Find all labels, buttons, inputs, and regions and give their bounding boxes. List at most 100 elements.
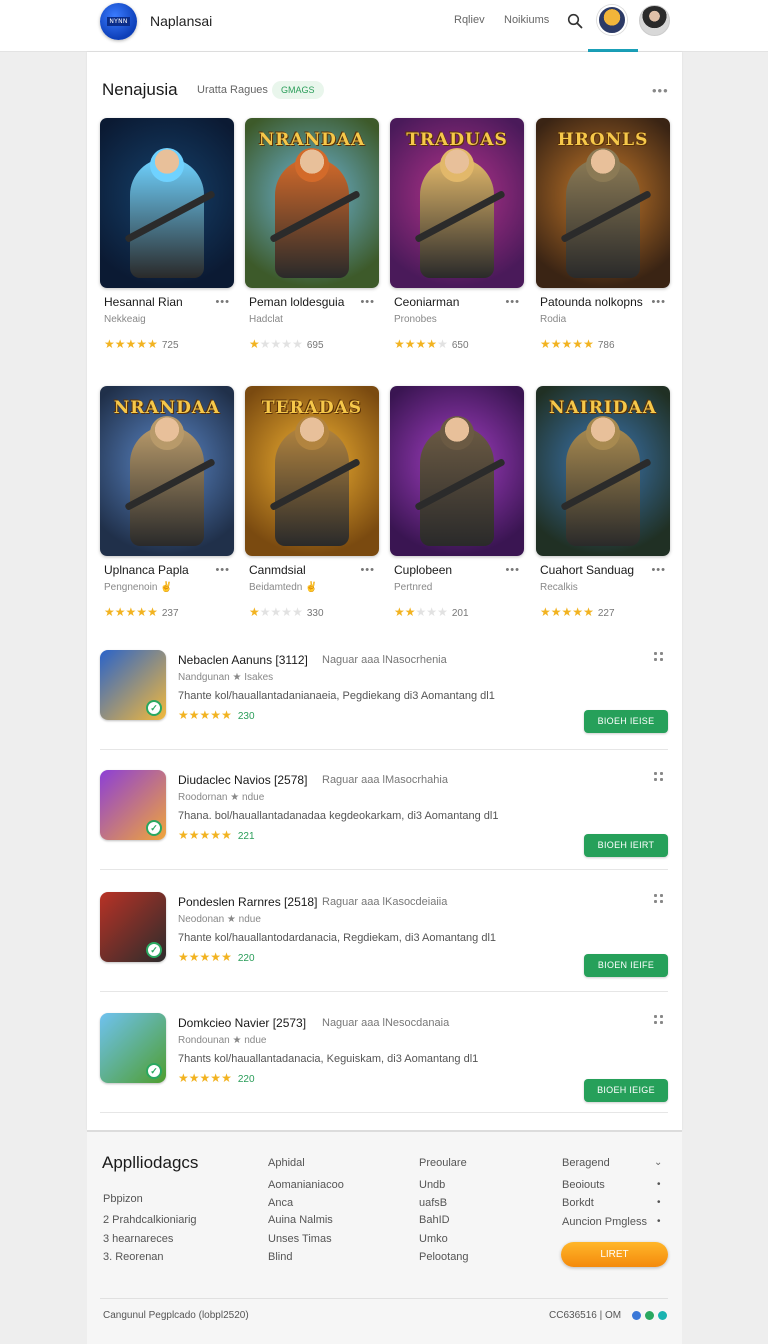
section-badge[interactable]: GMAGS <box>272 81 324 99</box>
footer-col2-link[interactable]: Blind <box>268 1251 292 1263</box>
footer-col2-link[interactable]: Unses Timas <box>268 1233 332 1245</box>
rating-count: 220 <box>237 953 255 964</box>
game-cover-image[interactable]: TERADAS <box>245 386 379 556</box>
game-cover-image[interactable]: NAIRIDAA <box>536 386 670 556</box>
more-options-icon[interactable]: ••• <box>505 564 520 576</box>
star-icon: ★ <box>221 1071 232 1085</box>
game-cover-image[interactable]: TRADUAS <box>390 118 524 288</box>
game-title[interactable]: Canmdsial <box>249 563 306 577</box>
game-category: Pronobes <box>394 314 437 325</box>
footer-col4-link[interactable]: Beoiouts <box>562 1179 605 1191</box>
star-icon: ★ <box>136 337 148 351</box>
brand-name[interactable]: Naplansai <box>150 13 212 29</box>
game-tile[interactable]: NRANDAA Uplnanca Papla ••• Pengnenoin ✌ ★★★★… <box>100 386 234 619</box>
nav-link-1[interactable]: Rqliev <box>454 14 485 26</box>
more-options-icon[interactable]: ••• <box>651 296 666 308</box>
game-tile[interactable]: NRANDAA Peman loldesguia ••• Hadclat ★★★★★ 69… <box>245 118 379 351</box>
star-icon: ★ <box>394 605 405 619</box>
game-banner-text: TRADUAS <box>406 130 508 150</box>
search-icon[interactable] <box>567 13 583 29</box>
app-logo[interactable]: NYNN <box>100 3 137 40</box>
row-divider <box>100 991 668 992</box>
footer-col2-link[interactable]: Aomanianiacoo <box>268 1179 344 1191</box>
grid-menu-icon[interactable] <box>654 1015 666 1027</box>
game-cover-image[interactable]: NRANDAA <box>100 386 234 556</box>
more-options-icon[interactable]: ••• <box>215 564 230 576</box>
footer-left-item-2[interactable]: 2 Prahdcalkioniarig <box>103 1214 197 1226</box>
social-icon-green[interactable] <box>645 1311 654 1320</box>
chevron-down-icon[interactable]: ⌄ <box>654 1157 662 1168</box>
footer-cta-button[interactable]: LIRET <box>561 1242 668 1267</box>
footer-col4-link[interactable]: Borkdt <box>562 1197 594 1209</box>
game-title[interactable]: Pondeslen Rarnres [2518] <box>178 895 317 909</box>
star-icon: ★ <box>188 1071 200 1085</box>
game-icon[interactable]: ✓ <box>100 1013 166 1083</box>
game-tile[interactable]: HRONLS Patounda nolkopns ••• Rodia ★★★★★ 786 <box>536 118 670 351</box>
game-title[interactable]: Nebaclen Aanuns [3112] <box>178 653 308 667</box>
footer-col3-link[interactable]: Umko <box>419 1233 448 1245</box>
game-tile[interactable]: Hesannal Rian ••• Nekkeaig ★★★★★ 725 <box>100 118 234 351</box>
game-cover-image[interactable] <box>390 386 524 556</box>
grid-menu-icon[interactable] <box>654 772 666 784</box>
footer-col2-link[interactable]: Auina Nalmis <box>268 1214 333 1226</box>
game-icon[interactable]: ✓ <box>100 892 166 962</box>
profile-avatar[interactable] <box>639 5 670 36</box>
install-button[interactable]: BIOEH IEIRT <box>584 834 668 857</box>
game-cover-image[interactable] <box>100 118 234 288</box>
social-icon-blue[interactable] <box>632 1311 641 1320</box>
game-tile[interactable]: TRADUAS Ceoniarman ••• Pronobes ★★★★★ 650 <box>390 118 524 351</box>
more-options-icon[interactable]: ••• <box>360 296 375 308</box>
game-tile[interactable]: Cuplobeen ••• Pertnred ★★★★★ 201 <box>390 386 524 619</box>
star-icon: ★ <box>259 605 271 619</box>
game-title[interactable]: Hesannal Rian <box>104 295 183 309</box>
social-icon-teal[interactable] <box>658 1311 667 1320</box>
footer-col4-link[interactable]: Auncion Pmgless <box>562 1216 647 1228</box>
grid-menu-icon[interactable] <box>654 894 666 906</box>
more-options-icon[interactable]: ••• <box>215 296 230 308</box>
grid-menu-icon[interactable] <box>654 652 666 664</box>
game-title[interactable]: Patounda nolkopns <box>540 295 643 309</box>
footer-col3-link[interactable]: Pelootang <box>419 1251 469 1263</box>
install-button[interactable]: BIOEN IEIFE <box>584 954 668 977</box>
game-cover-image[interactable]: HRONLS <box>536 118 670 288</box>
section-subtitle[interactable]: Uratta Ragues <box>197 84 268 96</box>
game-developer: Nandgunan ★ Isakes <box>178 672 274 683</box>
game-title[interactable]: Diudaclec Navios [2578] <box>178 773 307 787</box>
game-title[interactable]: Cuahort Sanduag <box>540 563 634 577</box>
game-icon[interactable]: ✓ <box>100 650 166 720</box>
game-title[interactable]: Domkcieo Navier [2573] <box>178 1016 306 1030</box>
footer-col2-link[interactable]: Anca <box>268 1197 293 1209</box>
footer-left-item-1[interactable]: Pbpizon <box>103 1193 143 1205</box>
section-more-icon[interactable]: ••• <box>652 84 669 97</box>
footer-col4-heading[interactable]: Beragend <box>562 1157 610 1169</box>
game-cover-image[interactable]: NRANDAA <box>245 118 379 288</box>
footer-col3-link[interactable]: BahID <box>419 1214 450 1226</box>
install-button[interactable]: BIOEH IEIGE <box>584 1079 668 1102</box>
footer-col3-link[interactable]: uafsB <box>419 1197 447 1209</box>
game-tile[interactable]: TERADAS Canmdsial ••• Beidamtedn ✌ ★★★★★ 330 <box>245 386 379 619</box>
game-title[interactable]: Uplnanca Papla <box>104 563 189 577</box>
install-button[interactable]: BIOEH IEISE <box>584 710 668 733</box>
game-icon[interactable]: ✓ <box>100 770 166 840</box>
footer-left-item-4[interactable]: 3. Reorenan <box>103 1251 164 1263</box>
star-icon: ★ <box>210 950 222 964</box>
more-options-icon[interactable]: ••• <box>360 564 375 576</box>
game-title[interactable]: Cuplobeen <box>394 563 452 577</box>
list-item[interactable]: ✓ Nebaclen Aanuns [3112] Naguar aaa lNasoc… <box>100 650 670 760</box>
footer-left-item-3[interactable]: 3 hearnareces <box>103 1233 173 1245</box>
footer-col3-link[interactable]: Undb <box>419 1179 445 1191</box>
list-item[interactable]: ✓ Domkcieo Navier [2573] Naguar aaa lNesoc… <box>100 1013 670 1123</box>
game-title[interactable]: Ceoniarman <box>394 295 459 309</box>
nav-link-2[interactable]: Noikiums <box>504 14 549 26</box>
star-icon: ★ <box>292 605 303 619</box>
star-icon: ★ <box>114 605 126 619</box>
game-title[interactable]: Peman loldesguia <box>249 295 344 309</box>
user-avatar[interactable] <box>597 5 627 35</box>
star-icon: ★ <box>292 337 303 351</box>
game-rating: ★★★★★ 230 <box>178 708 255 722</box>
more-options-icon[interactable]: ••• <box>505 296 520 308</box>
list-item[interactable]: ✓ Pondeslen Rarnres [2518] Raguar aaa lKas… <box>100 892 670 1002</box>
list-item[interactable]: ✓ Diudaclec Navios [2578] Raguar aaa lMaso… <box>100 770 670 880</box>
more-options-icon[interactable]: ••• <box>651 564 666 576</box>
game-tile[interactable]: NAIRIDAA Cuahort Sanduag ••• Recalkis ★★★★★ 2… <box>536 386 670 619</box>
